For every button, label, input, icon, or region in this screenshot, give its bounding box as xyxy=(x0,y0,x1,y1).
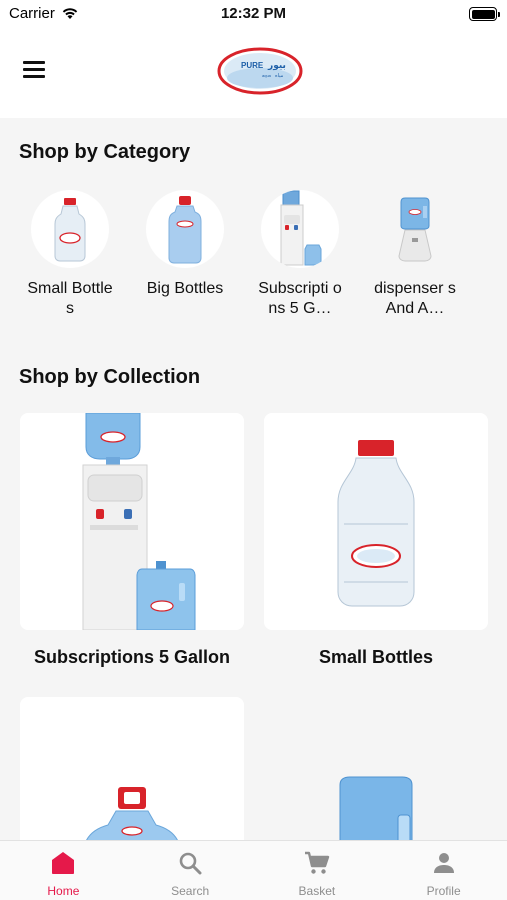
subscription-collection-image xyxy=(20,413,244,630)
category-label: dispenser s And A… xyxy=(374,280,456,317)
app-header: PURE بيور aqua مياه xyxy=(0,30,507,118)
collection-label: Small Bottles xyxy=(318,647,434,667)
tab-home[interactable]: Home xyxy=(0,841,127,900)
tab-label: Basket xyxy=(298,884,336,898)
tab-profile[interactable]: Profile xyxy=(380,841,507,900)
category-subscriptions[interactable]: Subscripti ons 5 G… xyxy=(255,190,345,319)
profile-icon xyxy=(433,853,454,873)
svg-text:aqua: aqua xyxy=(262,73,272,78)
home-icon xyxy=(52,852,75,874)
small-bottle-image xyxy=(31,190,109,268)
status-bar: Carrier 12:32 PM xyxy=(0,0,507,30)
category-label: Subscripti ons 5 G… xyxy=(258,280,342,317)
menu-button[interactable] xyxy=(23,61,47,79)
cart-icon xyxy=(304,851,330,874)
category-section-title: Shop by Category xyxy=(19,141,191,163)
svg-text:PURE: PURE xyxy=(241,61,264,70)
dispenser-image xyxy=(376,190,454,268)
collection-subscriptions[interactable]: Subscriptions 5 Gallon xyxy=(20,413,244,668)
category-label: Big Bottles xyxy=(146,280,224,297)
big-bottle-image xyxy=(146,190,224,268)
collection-small-bottles[interactable]: Small Bottles xyxy=(264,413,488,668)
category-dispensers[interactable]: dispenser s And A… xyxy=(370,190,460,319)
svg-text:بيور: بيور xyxy=(267,61,286,71)
search-icon xyxy=(179,852,202,875)
collection-section-title: Shop by Collection xyxy=(19,366,201,388)
pure-logo: PURE بيور aqua مياه xyxy=(217,47,303,95)
tab-label: Home xyxy=(47,884,80,898)
collection-label: Subscriptions 5 Gallon xyxy=(33,647,231,667)
subscription-image xyxy=(261,190,339,268)
tab-search[interactable]: Search xyxy=(127,841,254,900)
category-big-bottles[interactable]: Big Bottles xyxy=(140,190,230,319)
category-small-bottles[interactable]: Small Bottles xyxy=(25,190,115,319)
tab-basket[interactable]: Basket xyxy=(254,841,381,900)
tab-label: Profile xyxy=(426,884,461,898)
svg-text:مياه: مياه xyxy=(275,73,284,79)
small-bottles-collection-image xyxy=(264,413,488,630)
bottom-tab-bar: Home Search Basket Profile xyxy=(0,840,507,900)
battery-icon xyxy=(469,7,500,21)
category-label: Small Bottles xyxy=(27,280,113,317)
tab-label: Search xyxy=(171,884,210,898)
status-time: 12:32 PM xyxy=(220,5,287,22)
